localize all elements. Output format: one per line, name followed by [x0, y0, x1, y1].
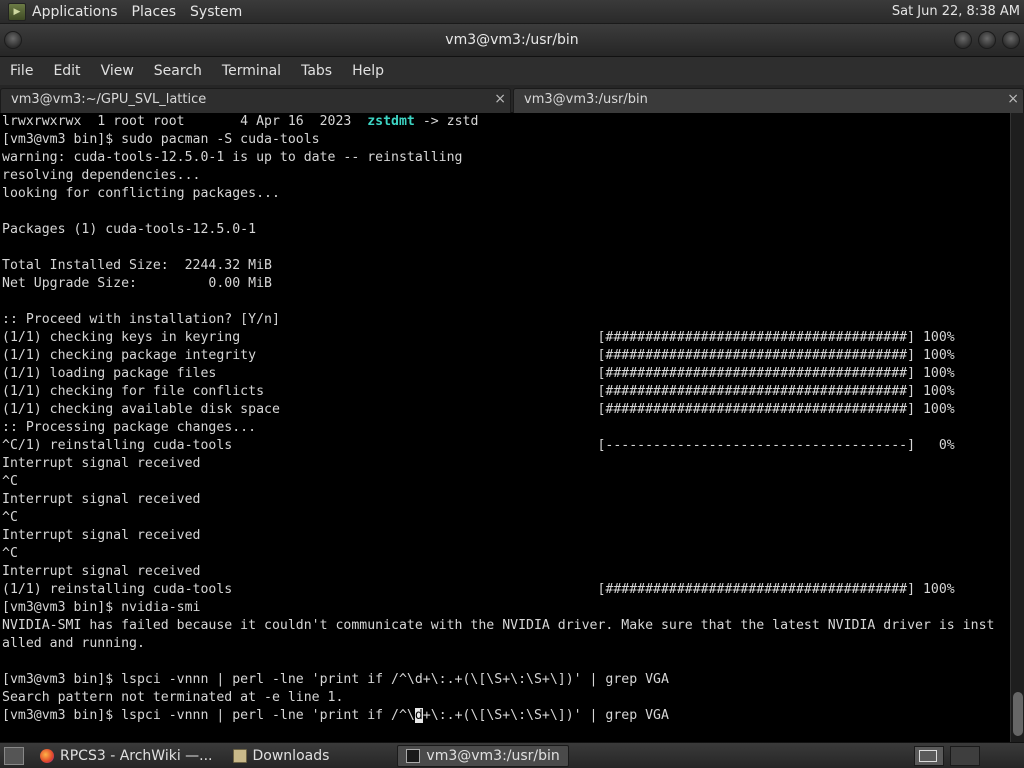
- terminal-line: Packages (1) cuda-tools-12.5.0-1: [2, 222, 257, 237]
- terminal-line: [vm3@vm3 bin]$ lspci -vnnn | perl -lne '…: [2, 672, 669, 687]
- terminal-line: :: Processing package changes...: [2, 420, 257, 435]
- menu-edit[interactable]: Edit: [53, 63, 80, 79]
- text-cursor: d: [414, 708, 423, 723]
- task-label: Downloads: [252, 747, 330, 764]
- workspace-1[interactable]: [914, 746, 944, 766]
- menu-terminal[interactable]: Terminal: [222, 63, 281, 79]
- menu-tabs[interactable]: Tabs: [301, 63, 332, 79]
- close-window-button[interactable]: [1002, 31, 1020, 49]
- tab-gpu-svl-lattice[interactable]: vm3@vm3:~/GPU_SVL_lattice ×: [0, 88, 511, 113]
- terminal-line: (1/1) checking available disk space [###…: [2, 402, 955, 417]
- terminal-line: (1/1) loading package files [###########…: [2, 366, 955, 381]
- terminal-line: [vm3@vm3 bin]$ lspci -vnnn | perl -lne '…: [2, 708, 669, 723]
- tab-label: vm3@vm3:/usr/bin: [524, 92, 648, 107]
- bottom-taskbar: RPCS3 - ArchWiki —... Downloads vm3@vm3:…: [0, 742, 1024, 768]
- applications-menu[interactable]: Applications: [32, 4, 118, 20]
- window-title: vm3@vm3:/usr/bin: [445, 32, 579, 48]
- terminal-line: (1/1) checking keys in keyring [########…: [2, 330, 955, 345]
- system-menu[interactable]: System: [190, 4, 242, 20]
- terminal-scrollbar[interactable]: [1010, 113, 1024, 742]
- terminal-line: ^C: [2, 510, 18, 525]
- terminal-line: ^C/1) reinstalling cuda-tools [---------…: [2, 438, 955, 453]
- folder-icon: [232, 748, 247, 763]
- close-tab-icon[interactable]: ×: [1007, 91, 1019, 107]
- places-menu[interactable]: Places: [132, 4, 177, 20]
- terminal-line: Interrupt signal received: [2, 528, 201, 543]
- terminal-line: Net Upgrade Size: 0.00 MiB: [2, 276, 272, 291]
- terminal-line: (1/1) checking for file conflicts [#####…: [2, 384, 955, 399]
- terminal-line: ^C: [2, 474, 18, 489]
- terminal-icon: [406, 748, 421, 763]
- terminal-line: [vm3@vm3 bin]$ sudo pacman -S cuda-tools: [2, 132, 320, 147]
- task-label: RPCS3 - ArchWiki —...: [60, 747, 213, 764]
- terminal-line: Interrupt signal received: [2, 564, 201, 579]
- clock[interactable]: Sat Jun 22, 8:38 AM: [892, 4, 1020, 19]
- tab-usr-bin[interactable]: vm3@vm3:/usr/bin ×: [513, 88, 1024, 113]
- terminal-line: [vm3@vm3 bin]$ nvidia-smi: [2, 600, 201, 615]
- minimize-button[interactable]: [954, 31, 972, 49]
- menu-search[interactable]: Search: [154, 63, 202, 79]
- task-terminal[interactable]: vm3@vm3:/usr/bin: [397, 744, 569, 767]
- menu-help[interactable]: Help: [352, 63, 384, 79]
- task-label: vm3@vm3:/usr/bin: [426, 747, 560, 764]
- terminal-line: Search pattern not terminated at -e line…: [2, 690, 344, 705]
- close-tab-icon[interactable]: ×: [494, 91, 506, 107]
- terminal-line: Total Installed Size: 2244.32 MiB: [2, 258, 272, 273]
- terminal-line: Interrupt signal received: [2, 456, 201, 471]
- tab-label: vm3@vm3:~/GPU_SVL_lattice: [11, 92, 207, 107]
- terminal-line: ^C: [2, 546, 18, 561]
- menu-view[interactable]: View: [101, 63, 134, 79]
- menubar: File Edit View Search Terminal Tabs Help: [0, 57, 1024, 85]
- terminal-line: resolving dependencies...: [2, 168, 201, 183]
- terminal-line: lrwxrwxrwx 1 root root 4 Apr 16 2023 zst…: [2, 114, 479, 129]
- show-desktop-icon[interactable]: [4, 746, 24, 765]
- symlink-name: zstdmt: [367, 114, 415, 129]
- task-firefox[interactable]: RPCS3 - ArchWiki —...: [32, 745, 221, 767]
- menu-file[interactable]: File: [10, 63, 33, 79]
- window-titlebar[interactable]: vm3@vm3:/usr/bin: [0, 24, 1024, 57]
- terminal-line: (1/1) reinstalling cuda-tools [#########…: [2, 582, 955, 597]
- top-panel: ▶ Applications Places System Sat Jun 22,…: [0, 0, 1024, 24]
- firefox-icon: [40, 748, 54, 763]
- terminal-line: :: Proceed with installation? [Y/n]: [2, 312, 280, 327]
- main-menu-icon[interactable]: ▶: [8, 2, 26, 21]
- tab-bar: vm3@vm3:~/GPU_SVL_lattice × vm3@vm3:/usr…: [0, 85, 1024, 113]
- scrollbar-thumb[interactable]: [1013, 692, 1023, 736]
- terminal-line: Interrupt signal received: [2, 492, 201, 507]
- terminal-output[interactable]: lrwxrwxrwx 1 root root 4 Apr 16 2023 zst…: [0, 113, 1010, 742]
- maximize-button[interactable]: [978, 31, 996, 49]
- terminal-line: looking for conflicting packages...: [2, 186, 280, 201]
- terminal-line: warning: cuda-tools-12.5.0-1 is up to da…: [2, 150, 463, 165]
- task-downloads[interactable]: Downloads: [225, 745, 338, 767]
- terminal-line: (1/1) checking package integrity [######…: [2, 348, 955, 363]
- window-menu-button[interactable]: [4, 31, 22, 49]
- workspace-2[interactable]: [950, 746, 980, 766]
- terminal-line: NVIDIA-SMI has failed because it couldn'…: [2, 618, 995, 633]
- terminal-line: alled and running.: [2, 636, 145, 651]
